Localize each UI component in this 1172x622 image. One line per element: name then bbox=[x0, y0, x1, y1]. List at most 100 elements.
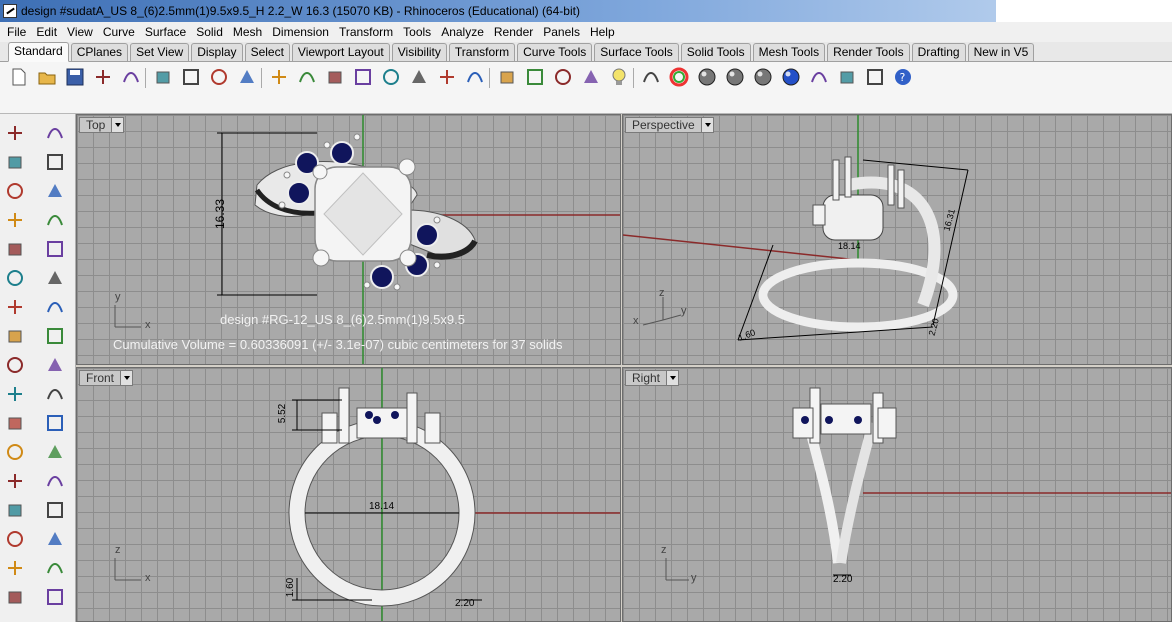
import-icon[interactable] bbox=[120, 66, 142, 88]
tab-drafting[interactable]: Drafting bbox=[911, 43, 966, 61]
tab-viewport-layout[interactable]: Viewport Layout bbox=[291, 43, 390, 61]
move-view-icon[interactable] bbox=[296, 66, 318, 88]
render-sphere-icon[interactable] bbox=[752, 66, 774, 88]
split-icon[interactable] bbox=[44, 354, 66, 376]
menu-edit[interactable]: Edit bbox=[31, 22, 62, 42]
menu-transform[interactable]: Transform bbox=[334, 22, 398, 42]
menu-dimension[interactable]: Dimension bbox=[267, 22, 334, 42]
rectangle-icon[interactable] bbox=[44, 209, 66, 231]
set-cplane-icon[interactable] bbox=[524, 66, 546, 88]
curve-points-icon[interactable] bbox=[44, 151, 66, 173]
grid-snap-icon[interactable] bbox=[4, 528, 26, 550]
undo-icon[interactable] bbox=[236, 66, 258, 88]
menu-view[interactable]: View bbox=[62, 22, 98, 42]
circle-icon[interactable] bbox=[4, 180, 26, 202]
viewport-perspective-tab[interactable]: Perspective bbox=[625, 117, 714, 133]
color-wheel-icon[interactable] bbox=[668, 66, 690, 88]
block-icon[interactable] bbox=[4, 499, 26, 521]
viewport-menu-dropdown-icon[interactable] bbox=[700, 118, 713, 132]
layer-stack-icon[interactable] bbox=[44, 528, 66, 550]
object-snap-icon[interactable] bbox=[864, 66, 886, 88]
menu-tools[interactable]: Tools bbox=[398, 22, 436, 42]
lasso-select-icon[interactable] bbox=[808, 66, 830, 88]
tab-new-in-v5[interactable]: New in V5 bbox=[967, 43, 1035, 61]
new-file-icon[interactable] bbox=[8, 66, 30, 88]
join-icon[interactable] bbox=[4, 412, 26, 434]
viewport-menu-dropdown-icon[interactable] bbox=[120, 371, 133, 385]
menu-solid[interactable]: Solid bbox=[191, 22, 228, 42]
four-viewports-icon[interactable] bbox=[464, 66, 486, 88]
pencil-icon[interactable] bbox=[836, 66, 858, 88]
cplane-views-icon[interactable] bbox=[552, 66, 574, 88]
shaded-sphere-icon[interactable] bbox=[696, 66, 718, 88]
fillet-curve-icon[interactable] bbox=[44, 238, 66, 260]
light-bulb-icon[interactable] bbox=[608, 66, 630, 88]
viewport-menu-dropdown-icon[interactable] bbox=[111, 118, 124, 132]
viewport-top[interactable]: Top 16.33 y x design #RG-12_US 8_(6)2.5m… bbox=[76, 114, 621, 365]
tab-visibility[interactable]: Visibility bbox=[391, 43, 447, 61]
zoom-dynamic-icon[interactable] bbox=[324, 66, 346, 88]
viewport-front-tab[interactable]: Front bbox=[79, 370, 134, 386]
layer-icon[interactable] bbox=[640, 66, 662, 88]
polyline-icon[interactable] bbox=[4, 151, 26, 173]
curvature-icon[interactable] bbox=[4, 586, 26, 608]
polygon-icon[interactable] bbox=[4, 209, 26, 231]
revolve-icon[interactable] bbox=[44, 267, 66, 289]
viewport-perspective[interactable]: Perspective 16.31 18.14 1.60 2.20 z x y bbox=[622, 114, 1172, 365]
car-icon[interactable] bbox=[496, 66, 518, 88]
dimension-icon[interactable] bbox=[44, 499, 66, 521]
cut-icon[interactable] bbox=[152, 66, 174, 88]
tab-set-view[interactable]: Set View bbox=[130, 43, 190, 61]
tab-standard[interactable]: Standard bbox=[8, 42, 69, 62]
analyze-icon[interactable] bbox=[4, 557, 26, 579]
ellipse-icon[interactable] bbox=[4, 238, 26, 260]
solid-box-icon[interactable] bbox=[4, 296, 26, 318]
zoom-selected-icon[interactable] bbox=[408, 66, 430, 88]
rendered-sphere-icon[interactable] bbox=[724, 66, 746, 88]
tab-render-tools[interactable]: Render Tools bbox=[827, 43, 910, 61]
select-arrow-icon[interactable] bbox=[4, 122, 26, 144]
array-icon[interactable] bbox=[44, 383, 66, 405]
tab-cplanes[interactable]: CPlanes bbox=[70, 43, 129, 61]
solid-union-icon[interactable] bbox=[44, 296, 66, 318]
menu-panels[interactable]: Panels bbox=[538, 22, 585, 42]
tab-solid-tools[interactable]: Solid Tools bbox=[680, 43, 751, 61]
surface-icon[interactable] bbox=[4, 267, 26, 289]
zoom-window-icon[interactable] bbox=[352, 66, 374, 88]
paste-icon[interactable] bbox=[208, 66, 230, 88]
menu-file[interactable]: File bbox=[2, 22, 31, 42]
viewport-right-tab[interactable]: Right bbox=[625, 370, 680, 386]
pan-hand-icon[interactable] bbox=[268, 66, 290, 88]
tab-select[interactable]: Select bbox=[244, 43, 290, 61]
viewport-right[interactable]: Right 2.20 z y bbox=[622, 367, 1172, 622]
menu-mesh[interactable]: Mesh bbox=[228, 22, 267, 42]
save-icon[interactable] bbox=[64, 66, 86, 88]
help-icon[interactable]: ? bbox=[892, 66, 914, 88]
viewport-menu-dropdown-icon[interactable] bbox=[666, 371, 679, 385]
tab-display[interactable]: Display bbox=[191, 43, 243, 61]
text-icon[interactable] bbox=[4, 441, 26, 463]
properties-icon[interactable] bbox=[44, 586, 66, 608]
open-folder-icon[interactable] bbox=[36, 66, 58, 88]
tab-mesh-tools[interactable]: Mesh Tools bbox=[752, 43, 826, 61]
viewport-front[interactable]: Front 5.52 18.14 1.60 2.20 z x bbox=[76, 367, 621, 622]
check-icon[interactable] bbox=[44, 557, 66, 579]
cylinder-icon[interactable] bbox=[4, 325, 26, 347]
tab-curve-tools[interactable]: Curve Tools bbox=[517, 43, 593, 61]
point-icon[interactable] bbox=[44, 122, 66, 144]
tab-transform[interactable]: Transform bbox=[448, 43, 516, 61]
zoom-extents-icon[interactable] bbox=[380, 66, 402, 88]
explode-icon[interactable] bbox=[4, 354, 26, 376]
tab-surface-tools[interactable]: Surface Tools bbox=[594, 43, 679, 61]
menu-render[interactable]: Render bbox=[489, 22, 538, 42]
menu-surface[interactable]: Surface bbox=[140, 22, 191, 42]
boolean-icon[interactable] bbox=[44, 412, 66, 434]
scale-icon[interactable] bbox=[44, 470, 66, 492]
copy-icon[interactable] bbox=[180, 66, 202, 88]
circle-point-icon[interactable] bbox=[44, 180, 66, 202]
blue-sphere-icon[interactable] bbox=[780, 66, 802, 88]
rotate-view-icon[interactable] bbox=[436, 66, 458, 88]
move-icon[interactable] bbox=[44, 441, 66, 463]
menu-help[interactable]: Help bbox=[585, 22, 620, 42]
mesh-icon[interactable] bbox=[44, 325, 66, 347]
